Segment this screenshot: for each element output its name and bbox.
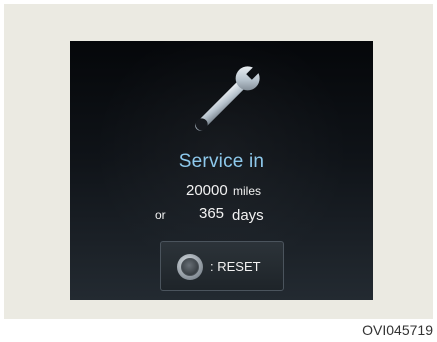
distance-value: 20000 xyxy=(186,182,228,199)
service-title: Service in xyxy=(178,151,265,172)
reset-label: : RESET xyxy=(210,259,261,274)
distance-unit: miles xyxy=(233,184,262,198)
cluster-display: Service in 20000 miles or 365 days : RES… xyxy=(70,41,373,300)
days-value: 365 xyxy=(199,205,225,222)
reset-button[interactable]: : RESET xyxy=(160,241,284,291)
wrench-icon xyxy=(195,64,262,131)
image-code: OVI045719 xyxy=(362,322,433,338)
or-label: or xyxy=(155,208,166,222)
days-unit: days xyxy=(232,207,264,224)
knob-icon xyxy=(177,254,203,280)
